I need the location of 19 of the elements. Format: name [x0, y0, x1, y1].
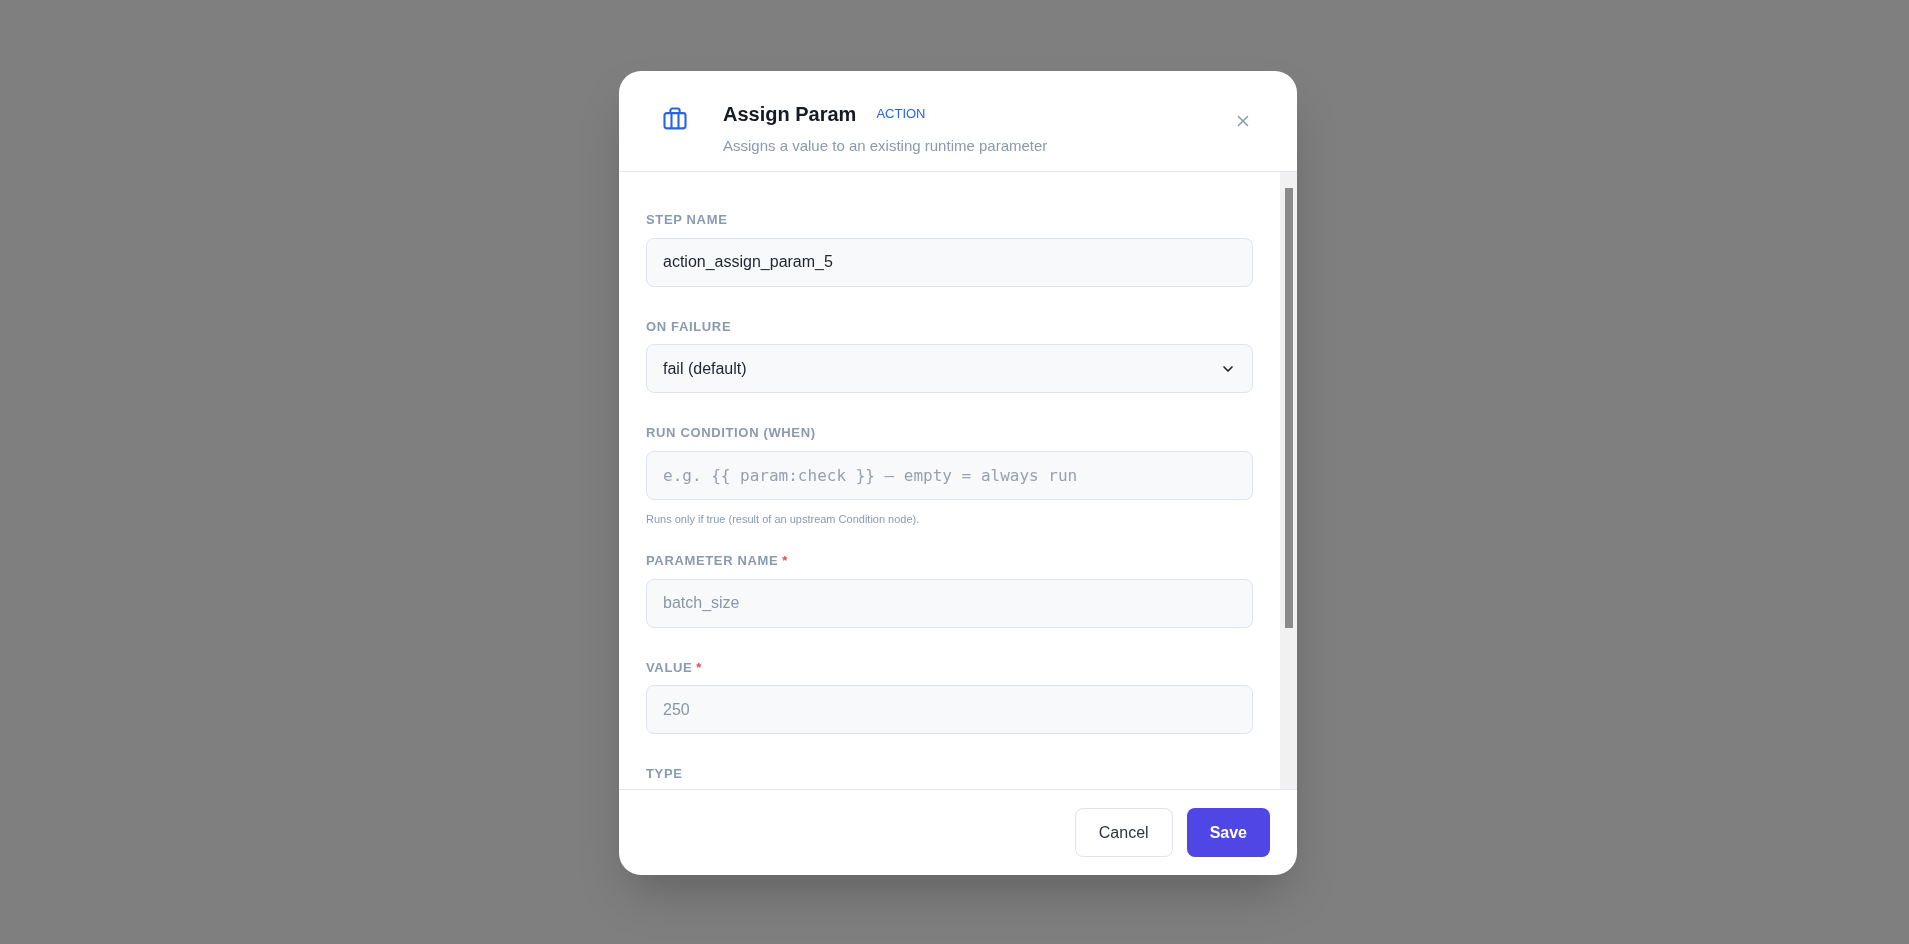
- required-mark: *: [696, 659, 703, 675]
- code-input[interactable]: e.g. {{ param:check }} — empty = always run: [646, 450, 1253, 500]
- field-hint: Runs only if true (result of an upstream Condition node).: [646, 511, 921, 527]
- field-label: TYPE: [646, 766, 683, 781]
- field-label: RUN CONDITION (WHEN): [646, 425, 816, 440]
- text-input[interactable]: batch_size: [646, 578, 1253, 628]
- dialog-subtitle: Assigns a value to an existing runtime parameter: [723, 136, 1049, 156]
- text-input[interactable]: action_assign_param_5: [646, 237, 1253, 287]
- cancel-button[interactable]: Cancel: [1074, 808, 1173, 857]
- field-label: PARAMETER NAME: [646, 553, 779, 568]
- type-label: ACTION: [876, 105, 926, 124]
- select-field[interactable]: fail (default): [646, 344, 1253, 393]
- field-label: STEP NAME: [646, 212, 728, 227]
- dialog-title: Assign Param: [723, 102, 857, 127]
- save-button[interactable]: Save: [1186, 808, 1270, 857]
- field-label: VALUE: [646, 659, 693, 675]
- required-mark: *: [782, 553, 789, 568]
- text-input[interactable]: 250: [646, 685, 1253, 734]
- field-label: ON FAILURE: [646, 318, 732, 334]
